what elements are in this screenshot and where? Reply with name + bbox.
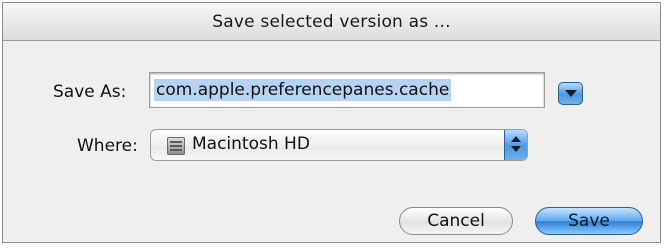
hard-disk-icon [167, 137, 185, 155]
expand-dialog-button[interactable] [558, 82, 583, 105]
cancel-button[interactable]: Cancel [399, 207, 513, 235]
where-popup[interactable]: Macintosh HD [150, 129, 528, 161]
save-button[interactable]: Save [535, 207, 643, 235]
where-value: Macintosh HD [192, 134, 310, 154]
dialog-title: Save selected version as ... [212, 12, 451, 32]
chevron-down-icon [511, 146, 521, 152]
title-bar: Save selected version as ... [3, 3, 660, 41]
save-as-input[interactable]: com.apple.preferencepanes.cache [149, 72, 545, 108]
chevron-up-icon [511, 136, 521, 142]
where-label: Where: [77, 136, 138, 156]
chevron-down-icon [565, 90, 577, 97]
save-as-value: com.apple.preferencepanes.cache [154, 79, 452, 101]
popup-arrows-icon [504, 130, 527, 160]
save-as-label: Save As: [53, 82, 127, 102]
save-dialog: Save selected version as ... Save As: co… [2, 2, 661, 243]
